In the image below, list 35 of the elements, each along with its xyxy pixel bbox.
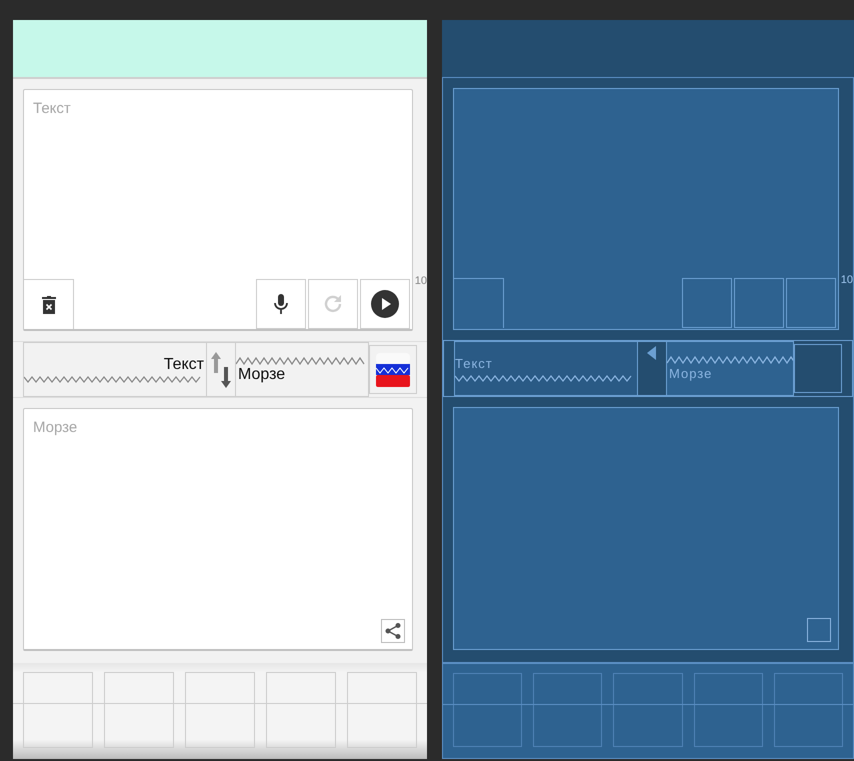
margin-label: 10 xyxy=(840,274,853,286)
flag-icon xyxy=(376,352,410,386)
target-label: Морзе xyxy=(237,366,286,384)
navigation-cell[interactable] xyxy=(613,673,683,747)
language-button[interactable] xyxy=(369,345,417,394)
navigation-cell[interactable] xyxy=(104,672,174,748)
navigation-cell[interactable] xyxy=(694,673,763,747)
clear-button[interactable] xyxy=(24,279,74,329)
navigation-cell[interactable] xyxy=(533,673,602,747)
play-icon xyxy=(371,290,399,318)
play-button[interactable] xyxy=(360,279,410,329)
mic-button[interactable] xyxy=(256,279,306,329)
margin-label: 10 xyxy=(414,275,427,287)
share-button[interactable] xyxy=(381,619,405,643)
navigation-cell[interactable] xyxy=(185,672,255,748)
target-label: Морзе xyxy=(668,364,714,382)
text-field[interactable]: Текст xyxy=(23,89,413,331)
triangle-icon xyxy=(647,346,657,360)
source-label: Текст xyxy=(162,356,205,374)
swap-button[interactable] xyxy=(637,341,667,396)
repeat-button[interactable] xyxy=(734,278,784,328)
swap-arrows-icon xyxy=(210,350,232,390)
navigation-cell[interactable] xyxy=(453,673,522,747)
refresh-icon xyxy=(322,293,344,315)
morse-field[interactable]: Морзе xyxy=(23,408,413,651)
share-icon xyxy=(384,622,402,640)
navigation-cell[interactable] xyxy=(347,672,417,748)
navigation-cell[interactable] xyxy=(266,672,336,748)
share-button[interactable] xyxy=(807,618,831,642)
source-label: Текст xyxy=(455,354,494,372)
trash-icon xyxy=(42,296,56,314)
navigation-cell[interactable] xyxy=(774,673,844,747)
swap-button[interactable] xyxy=(206,342,236,397)
navigation-cell[interactable] xyxy=(23,672,93,748)
microphone-icon xyxy=(274,294,288,314)
